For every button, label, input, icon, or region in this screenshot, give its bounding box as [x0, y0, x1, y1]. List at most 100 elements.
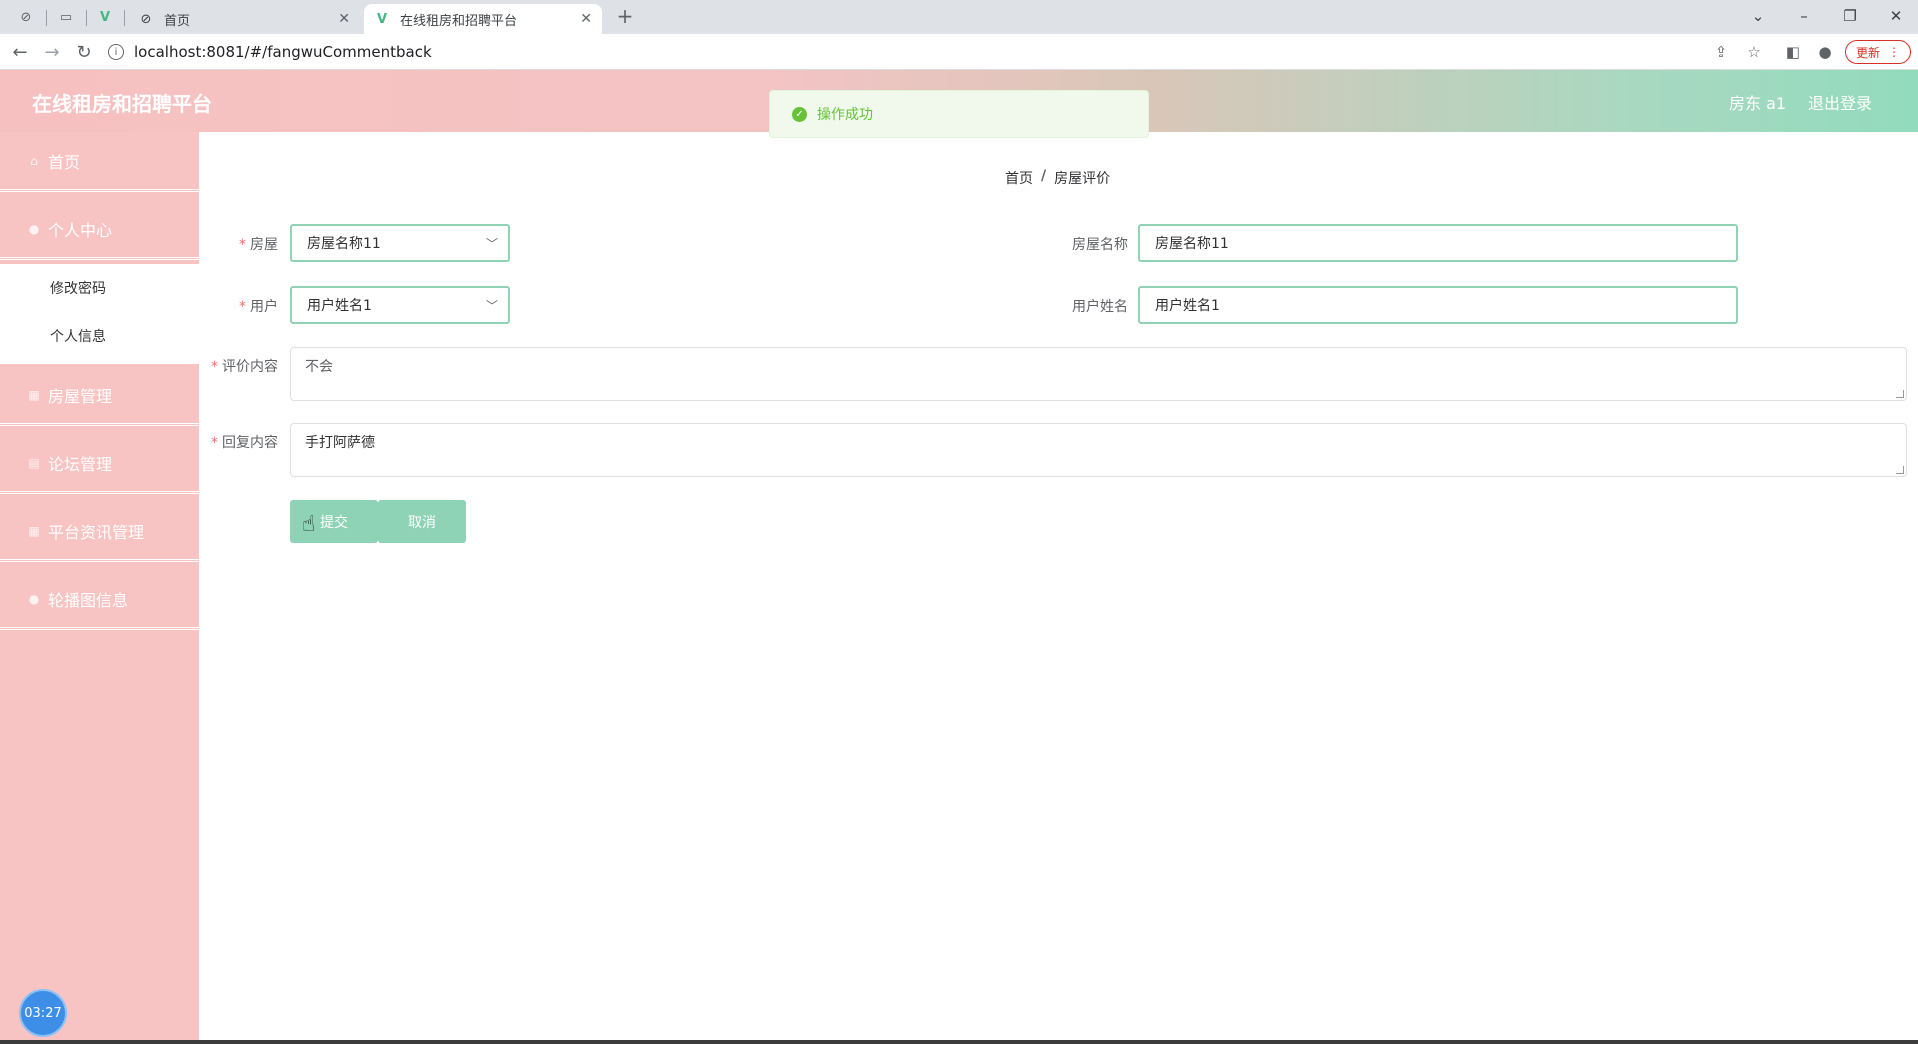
address-toolbar: ← → ↻ i localhost:8081/#/fangwuCommentba…	[0, 34, 1918, 70]
toast-message: 操作成功	[817, 107, 873, 123]
tab-app[interactable]: V 在线租房和招聘平台 ✕	[364, 4, 602, 34]
breadcrumb: 首页 / 房屋评价	[1005, 168, 1110, 188]
user-icon: ●	[28, 221, 40, 236]
url-field[interactable]: i localhost:8081/#/fangwuCommentback	[108, 38, 1768, 66]
update-label: 更新	[1855, 45, 1880, 60]
comment-label-text: 评价内容	[222, 359, 278, 375]
breadcrumb-home[interactable]: 首页	[1005, 168, 1033, 188]
house-name-label: 房屋名称	[1072, 237, 1128, 253]
home-icon: ⌂	[30, 153, 38, 168]
cancel-button[interactable]: 取消	[378, 500, 466, 543]
reply-label-text: 回复内容	[222, 435, 278, 451]
forward-icon[interactable]: →	[40, 40, 64, 64]
restore-icon[interactable]: ❐	[1836, 4, 1864, 28]
logout-link[interactable]: 退出登录	[1808, 90, 1872, 114]
window-close-icon[interactable]: ✕	[1882, 4, 1910, 28]
bookmark-star-icon[interactable]: ☆	[1744, 42, 1764, 62]
blank-page-icon[interactable]: ▭	[57, 8, 75, 26]
url-text: localhost:8081/#/fangwuCommentback	[134, 43, 432, 61]
personal-center-submenu: 修改密码 个人信息	[0, 264, 199, 364]
profile-icon[interactable]: ●	[1815, 42, 1835, 62]
house-name-value: 房屋名称11	[1155, 236, 1229, 252]
tab-title: 首页	[164, 13, 191, 29]
resize-grip-icon[interactable]	[1896, 390, 1904, 398]
chevron-down-icon: ﹀	[485, 237, 498, 251]
user-name-field[interactable]: 用户姓名1	[1138, 286, 1738, 324]
timer-badge[interactable]: 03:27	[19, 989, 67, 1037]
sidebar-item-label: 房屋管理	[48, 386, 113, 406]
globe-icon: ⊘	[140, 11, 152, 27]
comment-label: * 评价内容	[200, 356, 278, 376]
chat-icon: ▤	[28, 455, 40, 470]
house-select[interactable]: 房屋名称11 ﹀	[290, 224, 510, 262]
resize-grip-icon[interactable]	[1896, 466, 1904, 474]
share-icon[interactable]: ⇪	[1711, 42, 1731, 62]
more-menu-icon: ⋮	[1888, 45, 1900, 59]
house-label: * 房屋	[230, 234, 278, 254]
grid-icon: ▦	[28, 523, 40, 538]
reload-icon[interactable]: ↻	[72, 40, 96, 64]
browser-tab-strip: ⊘ ▭ V ⊘ 首页 ✕ V 在线租房和招聘平台 ✕ + ⌄ – ❐ ✕	[0, 0, 1918, 34]
globe-icon[interactable]: ⊘	[17, 8, 35, 26]
app-title: 在线租房和招聘平台	[32, 92, 212, 116]
update-button[interactable]: 更新 ⋮	[1845, 40, 1911, 64]
vue-logo-icon[interactable]: V	[96, 8, 114, 26]
breadcrumb-separator: /	[1041, 168, 1047, 184]
info-icon[interactable]: i	[108, 44, 124, 60]
user-icon: ●	[28, 591, 40, 606]
grid-icon: ▦	[28, 387, 40, 402]
tab-home[interactable]: ⊘ 首页 ✕	[128, 4, 360, 34]
sidebar-item-label: 轮播图信息	[48, 590, 129, 610]
side-panel-icon[interactable]: ◧	[1783, 42, 1803, 62]
sidebar-item-personal-center[interactable]: ● 个人中心	[0, 200, 199, 260]
comment-value: 不会	[305, 359, 333, 375]
tab-divider	[86, 10, 87, 26]
current-user: 房东 a1	[1729, 94, 1787, 113]
check-circle-icon: ✓	[792, 106, 807, 122]
submenu-change-password[interactable]: 修改密码	[50, 278, 106, 298]
sidebar-item-home[interactable]: ⌂ 首页	[0, 132, 199, 192]
required-marker: *	[239, 237, 246, 253]
tab-search-icon[interactable]: ⌄	[1744, 4, 1772, 28]
sidebar: ⌂ 首页 ● 个人中心 修改密码 个人信息 ▦ 房屋管理 ▤ 论坛管理 ▦ 平台…	[0, 132, 199, 1040]
required-marker: *	[211, 435, 218, 451]
taskbar-strip	[0, 1040, 1918, 1044]
close-icon[interactable]: ✕	[580, 11, 592, 27]
user-label: * 用户	[230, 296, 278, 316]
sidebar-item-forum-management[interactable]: ▤ 论坛管理	[0, 434, 199, 494]
house-name-field[interactable]: 房屋名称11	[1138, 224, 1738, 262]
user-select[interactable]: 用户姓名1 ﹀	[290, 286, 510, 324]
house-select-value: 房屋名称11	[307, 236, 381, 252]
required-marker: *	[211, 359, 218, 375]
reply-label: * 回复内容	[200, 432, 278, 452]
success-toast: ✓ 操作成功	[769, 90, 1149, 138]
comment-textarea[interactable]: 不会	[290, 347, 1907, 401]
sidebar-item-label: 平台资讯管理	[48, 522, 145, 542]
user-name-value: 用户姓名1	[1155, 298, 1220, 314]
back-icon[interactable]: ←	[8, 40, 32, 64]
reply-value: 手打阿萨德	[305, 435, 375, 451]
chevron-down-icon: ﹀	[485, 299, 498, 313]
reply-textarea[interactable]: 手打阿萨德	[290, 423, 1907, 477]
sidebar-item-label: 个人中心	[48, 220, 113, 240]
close-icon[interactable]: ✕	[338, 11, 350, 27]
sidebar-item-house-management[interactable]: ▦ 房屋管理	[0, 366, 199, 426]
user-name-label: 用户姓名	[1072, 299, 1128, 315]
new-tab-icon[interactable]: +	[616, 4, 634, 28]
vue-logo-icon: V	[376, 11, 388, 27]
sidebar-item-news-management[interactable]: ▦ 平台资讯管理	[0, 502, 199, 562]
user-label-text: 用户	[250, 299, 278, 315]
sidebar-item-label: 论坛管理	[48, 454, 113, 474]
tab-title: 在线租房和招聘平台	[400, 13, 518, 29]
user-select-value: 用户姓名1	[307, 298, 372, 314]
house-label-text: 房屋	[250, 237, 278, 253]
submenu-personal-info[interactable]: 个人信息	[50, 326, 106, 346]
breadcrumb-current: 房屋评价	[1054, 171, 1111, 187]
required-marker: *	[239, 299, 246, 315]
sidebar-item-label: 首页	[48, 152, 81, 172]
tab-divider	[124, 10, 125, 26]
hand-cursor-icon: ☝	[302, 512, 316, 537]
minimize-icon[interactable]: –	[1790, 4, 1818, 28]
tab-divider	[46, 10, 47, 26]
sidebar-item-carousel-info[interactable]: ● 轮播图信息	[0, 570, 199, 630]
